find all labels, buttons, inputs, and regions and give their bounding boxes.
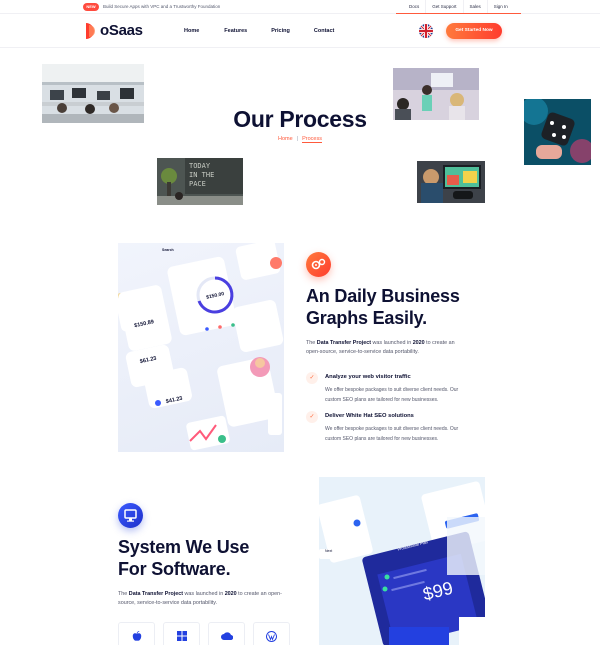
gaming-photo — [417, 161, 485, 203]
site-header: oSaas Home Features Pricing Contact Get … — [0, 14, 600, 48]
check-icon: ✓ — [306, 372, 318, 384]
announcement-text[interactable]: Build Secure Apps with VPC and a Trustwo… — [103, 3, 220, 11]
illus-search-label: Search — [162, 248, 174, 252]
nav-pricing[interactable]: Pricing — [271, 28, 290, 34]
feature-title: Deliver White Hat SEO solutions — [325, 413, 414, 419]
os-icon-row — [118, 622, 290, 645]
check-icon: ✓ — [306, 411, 318, 423]
section2-paragraph: The Data Transfer Project was launched i… — [118, 591, 282, 606]
svg-text:TODAY: TODAY — [189, 162, 211, 170]
feature-description: We offer bespoke packages to suit divers… — [325, 426, 459, 442]
new-badge: NEW — [83, 3, 99, 11]
feature-description: We offer bespoke packages to suit divers… — [325, 387, 459, 403]
page-title: Our Process — [233, 106, 367, 132]
top-link-sales[interactable]: Sales — [462, 0, 487, 13]
main-nav: Home Features Pricing Contact — [184, 28, 334, 34]
logo-icon[interactable] — [86, 23, 98, 39]
windows-icon[interactable] — [163, 622, 200, 645]
nav-contact[interactable]: Contact — [314, 28, 334, 34]
top-announcement-bar: NEW Build Secure Apps with VPC and a Tru… — [0, 0, 600, 14]
feature-title: Analyze your web visitor traffic — [325, 374, 411, 380]
top-link-signin[interactable]: Sign In — [486, 0, 514, 13]
cloud-icon[interactable] — [208, 622, 245, 645]
section2-title: System We Use For Software. — [118, 536, 249, 580]
monitor-icon — [118, 503, 143, 528]
nav-features[interactable]: Features — [224, 28, 247, 34]
breadcrumb: Home | Process — [0, 136, 600, 143]
pricing-illustration: Professional Plan $99 Next — [319, 477, 485, 645]
section1-title-line2: Graphs Easily. — [306, 308, 427, 328]
section1-title-line1: An Daily Business — [306, 286, 460, 306]
top-link-docs[interactable]: Docs — [396, 0, 425, 13]
plan-next-button: Next — [325, 549, 333, 553]
apple-icon[interactable] — [118, 622, 155, 645]
dashboard-illustration: Search $150.00 $150.89 $61.23 $41.23 — [118, 243, 284, 452]
get-started-button[interactable]: Get Started Now — [446, 23, 502, 39]
section2-title-line1: System We Use — [118, 537, 250, 557]
breadcrumb-separator: | — [296, 136, 299, 142]
top-link-support[interactable]: Get Support — [425, 0, 462, 13]
logo-text[interactable]: oSaas — [100, 22, 143, 39]
nav-home[interactable]: Home — [184, 28, 199, 34]
wordpress-icon[interactable] — [253, 622, 290, 645]
section2-title-line2: For Software. — [118, 559, 231, 579]
uk-flag-icon[interactable] — [419, 24, 433, 38]
breadcrumb-current: Process — [302, 136, 322, 143]
svg-text:IN THE: IN THE — [189, 171, 214, 179]
section1-paragraph: The Data Transfer Project was launched i… — [306, 340, 455, 355]
top-links: Docs Get Support Sales Sign In — [396, 0, 521, 14]
workspace-photo: TODAY IN THE PACE — [157, 158, 243, 205]
section1-title: An Daily Business Graphs Easily. — [306, 285, 460, 329]
breadcrumb-home[interactable]: Home — [278, 136, 293, 142]
gears-icon — [306, 252, 331, 277]
svg-text:PACE: PACE — [189, 180, 206, 188]
